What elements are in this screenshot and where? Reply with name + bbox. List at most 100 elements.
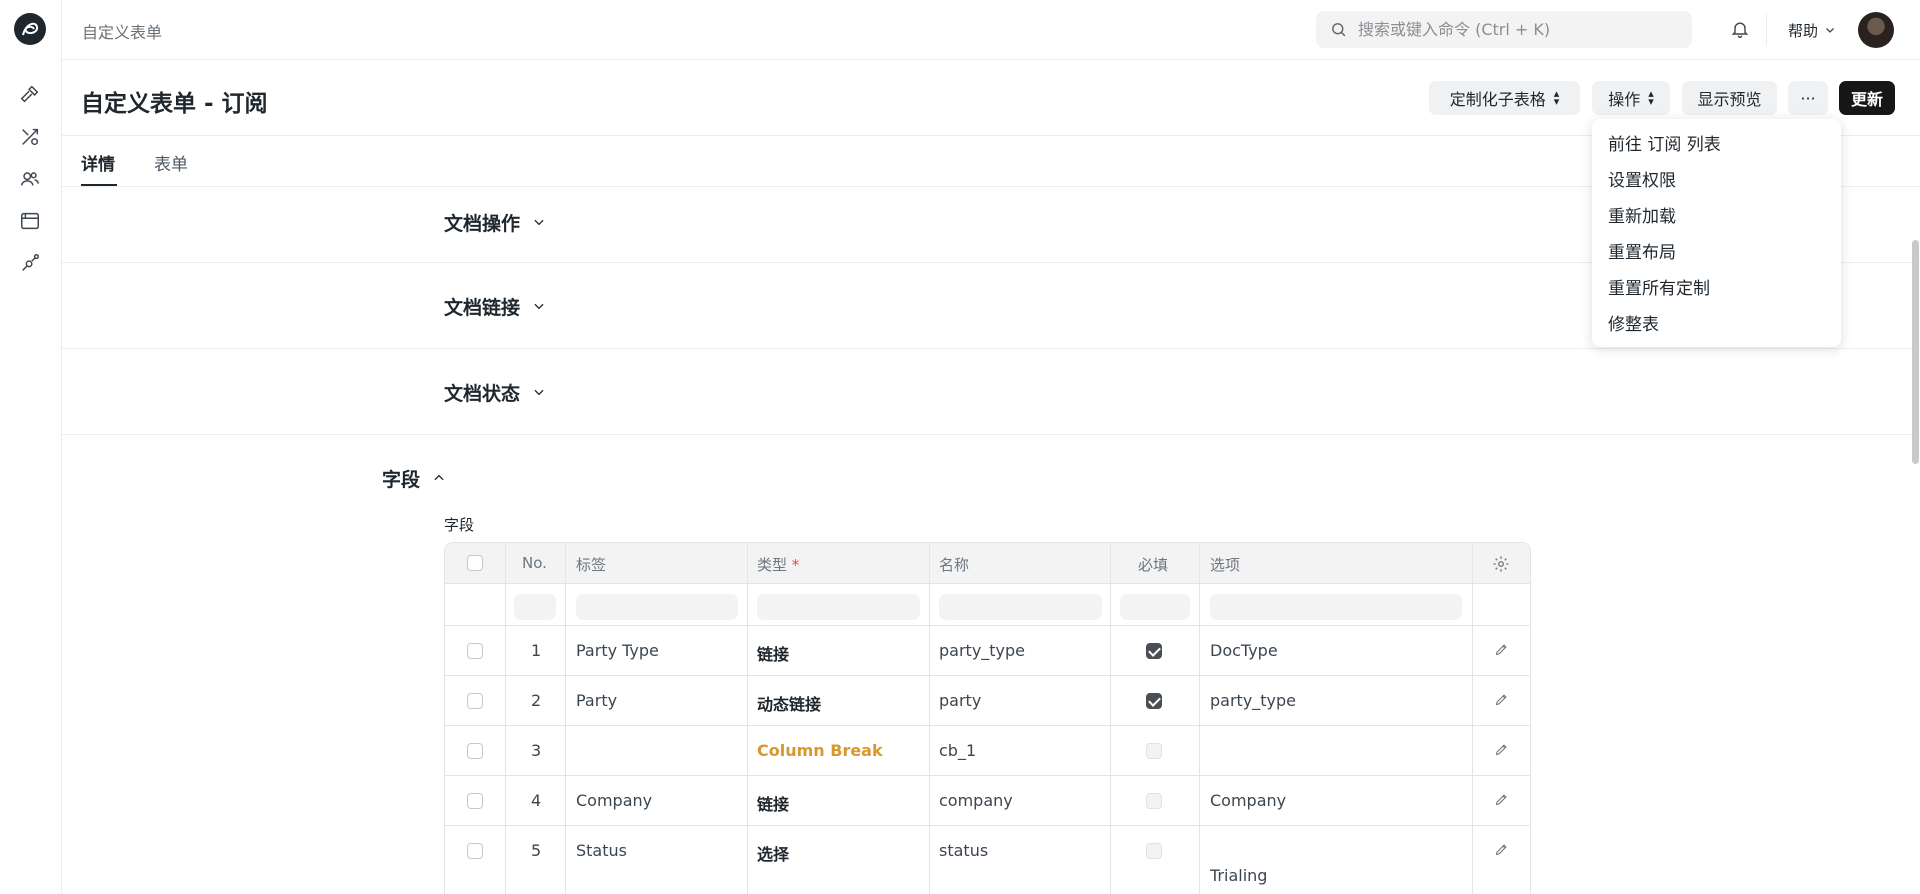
menu-item-reload[interactable]: 重新加载 bbox=[1592, 199, 1841, 235]
menu-item-reset-layout[interactable]: 重置布局 bbox=[1592, 235, 1841, 271]
row-fieldname: company bbox=[939, 791, 1013, 810]
chevron-down-icon bbox=[532, 296, 546, 318]
section-title: 字段 bbox=[382, 469, 421, 491]
search-icon bbox=[1330, 21, 1347, 42]
section-header[interactable]: 文档状态 bbox=[444, 379, 546, 406]
update-button[interactable]: 更新 bbox=[1839, 81, 1895, 115]
more-options-button[interactable]: ··· bbox=[1788, 81, 1828, 115]
row-no: 3 bbox=[531, 741, 542, 760]
active-tab-indicator bbox=[81, 184, 117, 186]
row-type: 选择 bbox=[757, 845, 790, 864]
section-header[interactable]: 文档操作 bbox=[444, 209, 546, 236]
menu-item-reset-all-customizations[interactable]: 重置所有定制 bbox=[1592, 271, 1841, 307]
filter-name-input[interactable] bbox=[939, 594, 1102, 620]
row-label: Company bbox=[576, 791, 653, 810]
mandatory-checkbox[interactable] bbox=[1146, 843, 1162, 859]
table-row[interactable]: 1 Party Type 链接 party_type DocType bbox=[445, 626, 1530, 676]
tools-icon[interactable] bbox=[17, 124, 43, 150]
search-input[interactable] bbox=[1358, 11, 1678, 48]
section-header[interactable]: 文档链接 bbox=[444, 293, 546, 320]
edit-icon[interactable] bbox=[1494, 842, 1509, 861]
column-divider bbox=[1110, 543, 1111, 894]
mandatory-checkbox[interactable] bbox=[1146, 743, 1162, 759]
mandatory-checkbox[interactable] bbox=[1146, 643, 1162, 659]
sidebar bbox=[0, 0, 62, 894]
section-title: 文档操作 bbox=[444, 213, 521, 235]
row-fieldname: status bbox=[939, 841, 989, 860]
table-filter-row bbox=[445, 584, 1530, 626]
filter-mandatory-input[interactable] bbox=[1120, 594, 1190, 620]
mandatory-checkbox[interactable] bbox=[1146, 693, 1162, 709]
show-preview-label: 显示预览 bbox=[1697, 90, 1762, 109]
row-no: 4 bbox=[531, 791, 542, 810]
show-preview-button[interactable]: 显示预览 bbox=[1682, 81, 1777, 115]
page-scrollbar[interactable] bbox=[1912, 240, 1919, 464]
section-title: 文档状态 bbox=[444, 383, 521, 405]
edit-icon[interactable] bbox=[1494, 692, 1509, 711]
table-row[interactable]: 3 Column Break cb_1 bbox=[445, 726, 1530, 776]
tab-details[interactable]: 详情 bbox=[81, 150, 115, 175]
table-row[interactable]: 5 Status 选择 status Trialing bbox=[445, 826, 1530, 894]
gear-icon[interactable] bbox=[1492, 555, 1510, 577]
breadcrumb[interactable]: 自定义表单 bbox=[82, 19, 162, 43]
filter-options-input[interactable] bbox=[1210, 594, 1462, 620]
row-fieldname: party_type bbox=[939, 641, 1026, 660]
row-no: 1 bbox=[531, 641, 542, 660]
filter-label-input[interactable] bbox=[576, 594, 738, 620]
app-logo[interactable] bbox=[14, 13, 46, 45]
row-label: Party bbox=[576, 691, 618, 710]
section-fields-header[interactable]: 字段 bbox=[382, 465, 446, 492]
row-checkbox[interactable] bbox=[467, 743, 483, 759]
menu-item-set-permissions[interactable]: 设置权限 bbox=[1592, 163, 1841, 199]
actions-dropdown-menu: 前往 订阅 列表 设置权限 重新加载 重置布局 重置所有定制 修整表 bbox=[1592, 119, 1841, 347]
users-icon[interactable] bbox=[17, 166, 43, 192]
filter-no-input[interactable] bbox=[514, 594, 556, 620]
bell-icon[interactable] bbox=[1730, 18, 1750, 44]
tab-form[interactable]: 表单 bbox=[154, 150, 188, 175]
updown-icon: ▴ ▾ bbox=[1553, 87, 1560, 108]
hammer-icon[interactable] bbox=[17, 81, 43, 107]
help-label: 帮助 bbox=[1788, 22, 1819, 40]
window-icon[interactable] bbox=[17, 208, 43, 234]
row-label: Status bbox=[576, 841, 627, 860]
menu-item-go-to-list[interactable]: 前往 订阅 列表 bbox=[1592, 127, 1841, 163]
menu-item-trim-table[interactable]: 修整表 bbox=[1592, 307, 1841, 343]
row-label: Party Type bbox=[576, 641, 659, 660]
select-all-checkbox[interactable] bbox=[467, 555, 483, 571]
column-divider bbox=[1472, 543, 1473, 894]
navbar-divider bbox=[1766, 14, 1767, 46]
actions-label: 操作 bbox=[1608, 90, 1641, 109]
row-checkbox[interactable] bbox=[467, 793, 483, 809]
customize-child-table-label: 定制化子表格 bbox=[1449, 90, 1546, 109]
edit-icon[interactable] bbox=[1494, 742, 1509, 761]
customize-child-table-button[interactable]: 定制化子表格 ▴ ▾ bbox=[1429, 81, 1580, 115]
table-row[interactable]: 2 Party 动态链接 party party_type bbox=[445, 676, 1530, 726]
row-type: 动态链接 bbox=[757, 695, 822, 714]
row-fieldname: cb_1 bbox=[939, 741, 977, 760]
row-checkbox[interactable] bbox=[467, 843, 483, 859]
row-type: 链接 bbox=[757, 645, 790, 664]
chevron-down-icon bbox=[532, 212, 546, 234]
help-menu[interactable]: 帮助 bbox=[1788, 20, 1836, 41]
row-checkbox[interactable] bbox=[467, 693, 483, 709]
integrations-icon[interactable] bbox=[17, 250, 43, 276]
update-label: 更新 bbox=[1850, 90, 1883, 109]
row-checkbox[interactable] bbox=[467, 643, 483, 659]
row-options: Trialing bbox=[1210, 866, 1268, 885]
header-no: No. bbox=[522, 554, 547, 572]
table-header: No. 标签 类型 * 名称 必填 选项 bbox=[445, 543, 1530, 584]
mandatory-checkbox[interactable] bbox=[1146, 793, 1162, 809]
table-row[interactable]: 4 Company 链接 company Company bbox=[445, 776, 1530, 826]
chevron-up-icon bbox=[432, 468, 446, 490]
avatar[interactable] bbox=[1858, 12, 1894, 48]
edit-icon[interactable] bbox=[1494, 792, 1509, 811]
row-type: Column Break bbox=[757, 741, 883, 760]
edit-icon[interactable] bbox=[1494, 642, 1509, 661]
search-bar[interactable] bbox=[1316, 11, 1692, 48]
actions-button[interactable]: 操作 ▴ ▾ bbox=[1592, 81, 1670, 115]
filter-type-input[interactable] bbox=[757, 594, 920, 620]
row-options: DocType bbox=[1210, 641, 1278, 660]
ellipsis-icon: ··· bbox=[1800, 88, 1816, 108]
header-label: 标签 bbox=[576, 556, 607, 574]
column-divider bbox=[1199, 543, 1200, 894]
